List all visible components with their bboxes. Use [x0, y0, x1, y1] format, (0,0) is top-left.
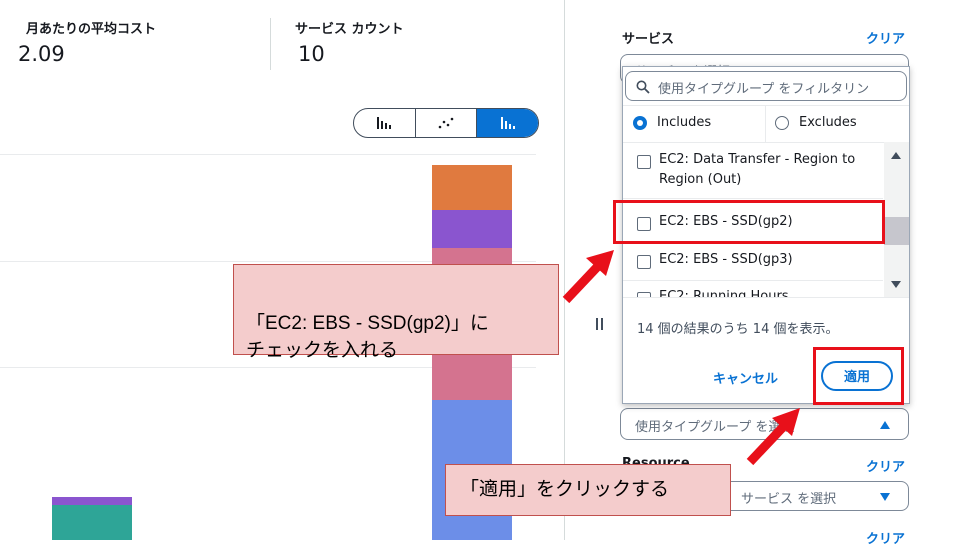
search-icon: [636, 80, 650, 94]
annotation-arrow-1: [562, 250, 614, 304]
stacked-bar-chart-icon[interactable]: [477, 109, 538, 137]
scroll-thumb[interactable]: [884, 217, 909, 245]
option-list-scrollbar[interactable]: [884, 142, 909, 297]
caret-up-icon: [880, 421, 890, 429]
metric-divider: [270, 18, 271, 70]
line-chart-icon[interactable]: [416, 109, 478, 137]
bar-segment: [52, 497, 132, 505]
option-label: EC2: EBS - SSD(gp3): [659, 252, 793, 267]
excludes-radio[interactable]: [775, 116, 789, 130]
bar-segment: [432, 165, 512, 210]
resource-clear-link[interactable]: クリア: [866, 456, 905, 475]
highlight-apply-button: [813, 347, 904, 405]
bar-segment: [52, 505, 132, 540]
callout-check-gp2: 「EC2: EBS - SSD(gp2)」に チェックを入れる: [233, 264, 559, 361]
result-count-text: 14 個の結果のうち 14 個を表示。: [637, 322, 839, 337]
bar-segment: [432, 210, 512, 248]
service-count-label: サービス カウント: [295, 22, 404, 37]
resize-handle[interactable]: [596, 318, 604, 332]
include-exclude-row: Includes Excludes: [623, 105, 909, 143]
service-count-value: 10: [298, 42, 325, 66]
cancel-button[interactable]: キャンセル: [713, 368, 778, 387]
highlight-gp2-option: [613, 200, 885, 244]
annotation-arrow-2: [746, 408, 800, 466]
avg-cost-value: 2.09: [18, 42, 65, 66]
scroll-down-icon[interactable]: [891, 281, 901, 288]
chart-gridline: [0, 154, 536, 155]
service-filter-label: サービス: [622, 32, 675, 47]
filter-search-input[interactable]: 使用タイプグループ をフィルタリン: [625, 71, 907, 101]
option-checkbox[interactable]: [637, 155, 651, 169]
includes-label: Includes: [657, 115, 712, 130]
includes-radio[interactable]: [633, 116, 647, 130]
scroll-up-icon[interactable]: [891, 152, 901, 159]
service-clear-link[interactable]: クリア: [866, 28, 905, 47]
caret-down-icon: [880, 493, 890, 501]
avg-cost-label: 月あたりの平均コスト: [26, 22, 157, 37]
option-checkbox[interactable]: [637, 255, 651, 269]
chart-type-toggle: [353, 108, 539, 138]
option-label: EC2: Running Hours: [659, 289, 789, 297]
next-filter-clear-link[interactable]: クリア: [866, 528, 905, 547]
excludes-label: Excludes: [799, 115, 857, 130]
callout-click-apply: 「適用」をクリックする: [445, 464, 731, 516]
option-label: EC2: Data Transfer - Region to Region (O…: [659, 152, 856, 187]
bar-chart-icon[interactable]: [354, 109, 416, 137]
